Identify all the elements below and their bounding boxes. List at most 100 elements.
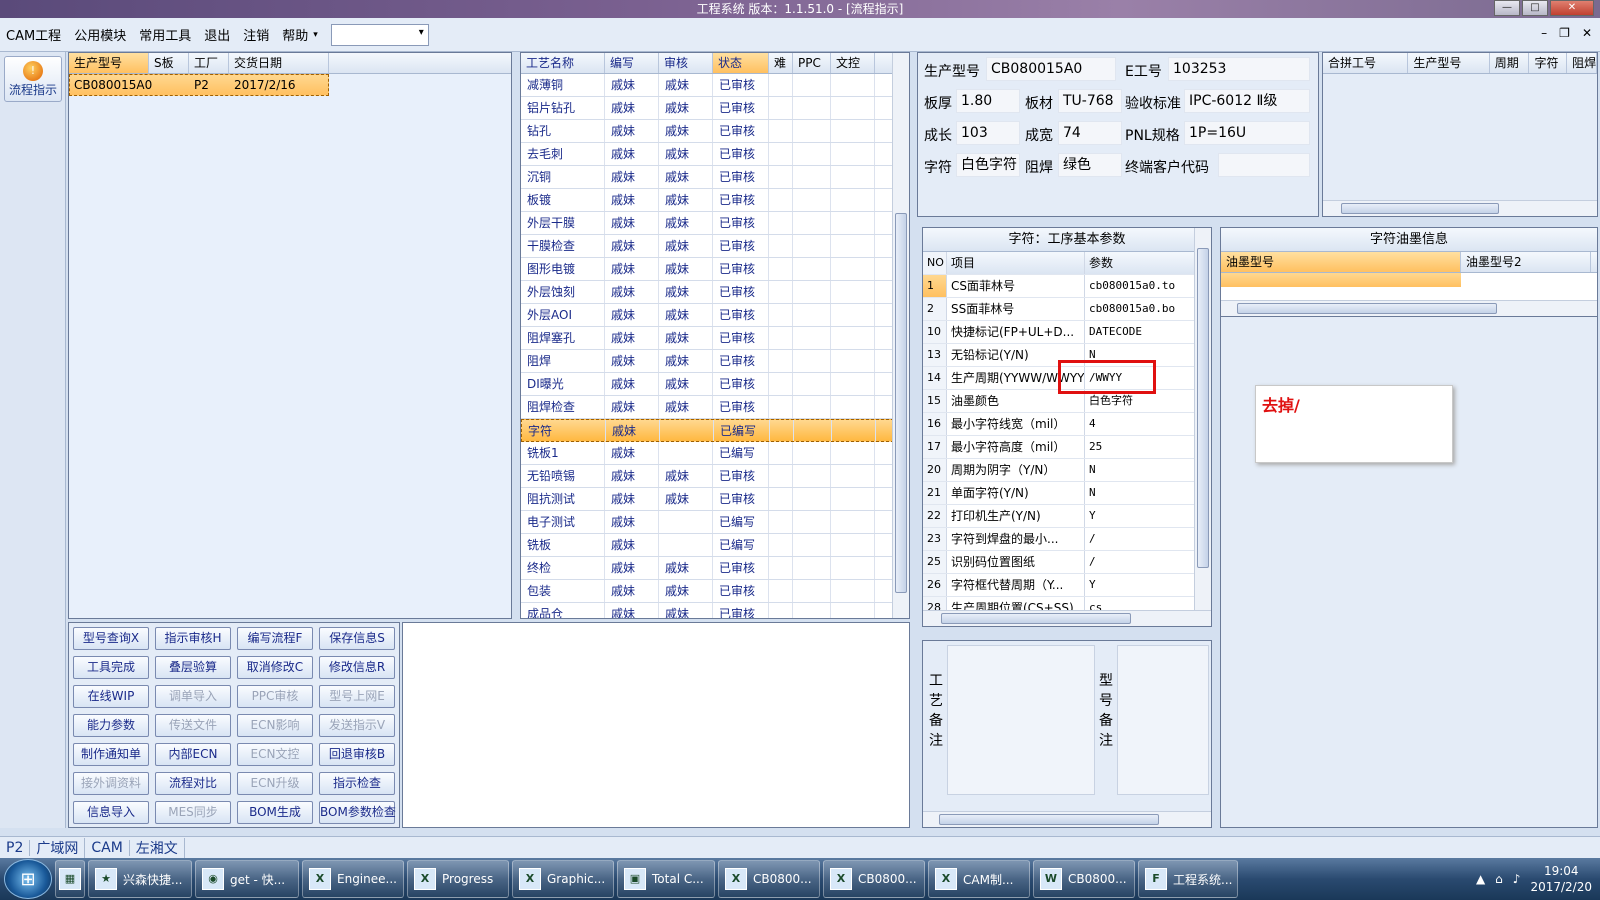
process-note-field[interactable] [947, 645, 1095, 795]
mdi-restore-icon[interactable]: ❐ [1559, 26, 1570, 40]
process-row[interactable]: 去毛刺 戚妹 戚妹 已审核 [521, 143, 909, 166]
merge-hscroll[interactable] [1323, 200, 1597, 216]
status-factory[interactable]: P2 [0, 839, 31, 856]
taskbar-item[interactable]: X CAM制... [928, 860, 1030, 898]
close-button[interactable]: ✕ [1550, 0, 1594, 16]
taskbar-item[interactable]: W CB0800... [1033, 860, 1135, 898]
mdi-close-icon[interactable]: ✕ [1582, 26, 1592, 40]
e-number-field[interactable]: 103253 [1168, 57, 1310, 81]
model-field[interactable]: CB080015A0 [986, 57, 1116, 81]
col-date[interactable]: 交货日期 [229, 53, 329, 73]
action-button[interactable]: 叠层验算 [155, 656, 231, 679]
col-s[interactable]: S板 [149, 53, 189, 73]
param-row[interactable]: 26 字符框代替周期（Y... Y [923, 574, 1211, 597]
action-button[interactable]: 在线WIP [73, 685, 149, 708]
process-row[interactable]: 阻焊塞孔 戚妹 戚妹 已审核 [521, 327, 909, 350]
taskbar-item[interactable]: X Enginee... [302, 860, 404, 898]
action-button[interactable]: 回退审核B [319, 743, 395, 766]
process-row[interactable]: 减薄铜 戚妹 戚妹 已审核 [521, 74, 909, 97]
action-button[interactable]: BOM生成 [237, 801, 313, 824]
network-icon[interactable]: ⌂ [1495, 872, 1503, 886]
ink-hscroll[interactable] [1221, 300, 1597, 316]
taskbar-item[interactable]: X CB0800... [718, 860, 820, 898]
process-row[interactable]: 阻焊检查 戚妹 戚妹 已审核 [521, 396, 909, 419]
process-row[interactable]: 外层干膜 戚妹 戚妹 已审核 [521, 212, 909, 235]
process-row[interactable]: 铝片钻孔 戚妹 戚妹 已审核 [521, 97, 909, 120]
menu-logout[interactable]: 注销 [243, 25, 269, 44]
action-button[interactable]: 指示检查 [319, 772, 395, 795]
action-button[interactable]: PPC审核 [237, 685, 313, 708]
action-button[interactable]: 制作通知单 [73, 743, 149, 766]
taskbar-item[interactable]: ▣ Total C... [617, 860, 715, 898]
process-row[interactable]: 外层AOI 戚妹 戚妹 已审核 [521, 304, 909, 327]
maximize-button[interactable]: □ [1522, 0, 1548, 16]
acceptance-field[interactable]: IPC-6012 Ⅱ级 [1184, 89, 1310, 113]
process-row[interactable]: 铣板1 戚妹 已编写 [521, 442, 909, 465]
process-row[interactable]: 外层蚀刻 戚妹 戚妹 已审核 [521, 281, 909, 304]
action-button[interactable]: 工具完成 [73, 656, 149, 679]
param-row[interactable]: 25 识别码位置图纸 / [923, 551, 1211, 574]
action-button[interactable]: 信息导入 [73, 801, 149, 824]
param-row[interactable]: 23 字符到焊盘的最小... / [923, 528, 1211, 551]
clock[interactable]: 19:04 2017/2/20 [1530, 863, 1592, 895]
thickness-field[interactable]: 1.80 [956, 89, 1020, 113]
process-row[interactable]: DI曝光 戚妹 戚妹 已审核 [521, 373, 909, 396]
flow-indicator-button[interactable]: ! 流程指示 [4, 56, 62, 102]
calculator-icon[interactable]: ▦ [55, 860, 85, 898]
param-row[interactable]: 16 最小字符线宽（mil） 4 [923, 413, 1211, 436]
action-button[interactable]: ECN升级 [237, 772, 313, 795]
menu-exit[interactable]: 退出 [204, 25, 230, 44]
mask-field[interactable]: 绿色 [1058, 153, 1122, 177]
process-row[interactable]: 电子测试 戚妹 已编写 [521, 511, 909, 534]
action-button[interactable]: ECN文控 [237, 743, 313, 766]
length-field[interactable]: 103 [956, 121, 1020, 145]
action-button[interactable]: 流程对比 [155, 772, 231, 795]
action-button[interactable]: 调单导入 [155, 685, 231, 708]
menu-cam[interactable]: CAM工程 [6, 25, 61, 44]
taskbar-item[interactable]: ◉ get - 快... [195, 860, 299, 898]
pnl-field[interactable]: 1P=16U [1184, 121, 1310, 145]
mdi-minimize-icon[interactable]: – [1541, 26, 1547, 40]
order-row[interactable]: CB080015A0 P2 2017/2/16 [69, 74, 329, 96]
action-button[interactable]: 型号上网E [319, 685, 395, 708]
action-button[interactable]: 编写流程F [237, 627, 313, 650]
process-row[interactable]: 无铅喷锡 戚妹 戚妹 已审核 [521, 465, 909, 488]
action-button[interactable]: 指示审核H [155, 627, 231, 650]
process-row[interactable]: 图形电镀 戚妹 戚妹 已审核 [521, 258, 909, 281]
process-row[interactable]: 干膜检查 戚妹 戚妹 已审核 [521, 235, 909, 258]
action-button[interactable]: 发送指示V [319, 714, 395, 737]
process-scrollbar[interactable] [892, 53, 909, 618]
process-row[interactable]: 包装 戚妹 戚妹 已审核 [521, 580, 909, 603]
taskbar-item[interactable]: X Graphic... [512, 860, 614, 898]
action-button[interactable]: MES同步 [155, 801, 231, 824]
process-row[interactable]: 终检 戚妹 戚妹 已审核 [521, 557, 909, 580]
action-button[interactable]: 内部ECN [155, 743, 231, 766]
minimize-button[interactable]: — [1494, 0, 1520, 16]
material-field[interactable]: TU-768 [1058, 89, 1122, 113]
menu-help[interactable]: 帮助 [282, 25, 308, 44]
col-factory[interactable]: 工厂 [189, 53, 229, 73]
action-button[interactable]: 取消修改C [237, 656, 313, 679]
volume-icon[interactable]: ♪ [1513, 872, 1521, 886]
param-row[interactable]: 22 打印机生产(Y/N) Y [923, 505, 1211, 528]
params-vscroll[interactable] [1194, 228, 1211, 612]
action-button[interactable]: 保存信息S [319, 627, 395, 650]
menu-tools[interactable]: 常用工具 [139, 25, 191, 44]
param-row[interactable]: 17 最小字符高度（mil） 25 [923, 436, 1211, 459]
customer-code-field[interactable] [1218, 153, 1310, 177]
action-button[interactable]: 修改信息R [319, 656, 395, 679]
taskbar-item[interactable]: X Progress [407, 860, 509, 898]
menu-combo[interactable] [330, 23, 429, 46]
char-field[interactable]: 白色字符 [956, 153, 1020, 177]
action-button[interactable]: 能力参数 [73, 714, 149, 737]
taskbar-item[interactable]: F 工程系统... [1138, 860, 1238, 898]
process-row[interactable]: 沉铜 戚妹 戚妹 已审核 [521, 166, 909, 189]
param-row[interactable]: 2 SS面菲林号 cb080015a0.bo [923, 298, 1211, 321]
action-button[interactable]: 接外调资料 [73, 772, 149, 795]
param-row[interactable]: 1 CS面菲林号 cb080015a0.to [923, 275, 1211, 298]
notes-hscroll[interactable] [923, 811, 1211, 827]
menu-public[interactable]: 公用模块 [74, 25, 126, 44]
taskbar-item[interactable]: ★ 兴森快捷... [88, 860, 192, 898]
tray-arrow-icon[interactable]: ▲ [1476, 872, 1485, 886]
start-button[interactable]: ⊞ [4, 859, 52, 899]
